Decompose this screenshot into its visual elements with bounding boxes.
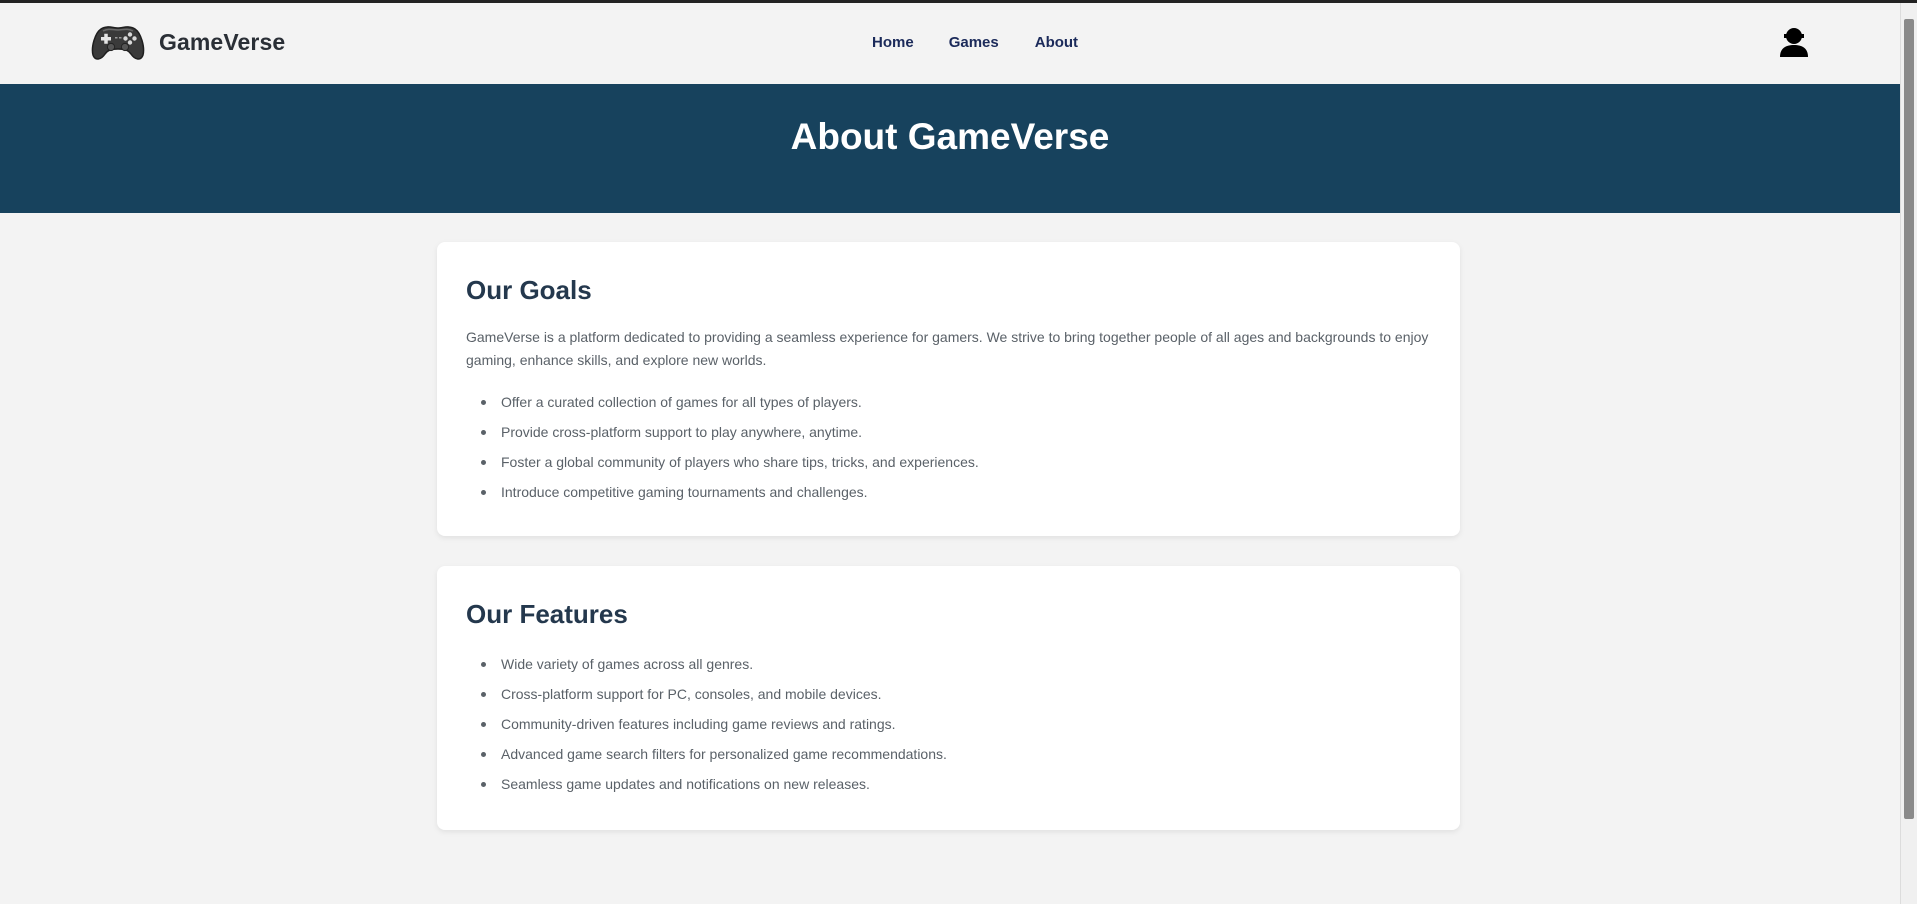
- list-item: Wide variety of games across all genres.: [481, 649, 947, 679]
- hero-banner: About GameVerse: [0, 84, 1900, 213]
- list-item: Cross-platform support for PC, consoles,…: [481, 679, 947, 709]
- gamepad-icon: [91, 23, 145, 61]
- brand-name: GameVerse: [159, 28, 286, 55]
- page-title: About GameVerse: [790, 116, 1110, 157]
- goals-description: GameVerse is a platform dedicated to pro…: [466, 329, 1429, 368]
- features-heading: Our Features: [466, 599, 628, 629]
- brand-link[interactable]: GameVerse: [91, 23, 285, 61]
- vertical-scrollbar[interactable]: [1900, 3, 1917, 904]
- list-item: Provide cross-platform support to play a…: [481, 417, 979, 447]
- goals-heading: Our Goals: [466, 275, 592, 305]
- list-item: Foster a global community of players who…: [481, 447, 979, 477]
- list-item: Introduce competitive gaming tournaments…: [481, 477, 979, 507]
- nav-link-about[interactable]: About: [1035, 34, 1078, 51]
- user-account-button[interactable]: [1777, 26, 1811, 58]
- features-list: Wide variety of games across all genres.…: [466, 649, 947, 799]
- goals-card: Our Goals GameVerse is a platform dedica…: [437, 242, 1460, 536]
- features-card: Our Features Wide variety of games acros…: [437, 566, 1460, 830]
- list-item: Seamless game updates and notifications …: [481, 769, 947, 799]
- navbar: GameVerse Home Games About: [0, 3, 1900, 84]
- goals-list: Offer a curated collection of games for …: [466, 387, 979, 507]
- list-item: Community-driven features including game…: [481, 709, 947, 739]
- nav-link-home[interactable]: Home: [872, 34, 914, 51]
- nav-link-games[interactable]: Games: [949, 34, 999, 51]
- scrollbar-thumb[interactable]: [1904, 19, 1914, 819]
- user-icon: [1777, 26, 1811, 58]
- main-nav: Home Games About: [872, 34, 1078, 51]
- list-item: Advanced game search filters for persona…: [481, 739, 947, 769]
- list-item: Offer a curated collection of games for …: [481, 387, 979, 417]
